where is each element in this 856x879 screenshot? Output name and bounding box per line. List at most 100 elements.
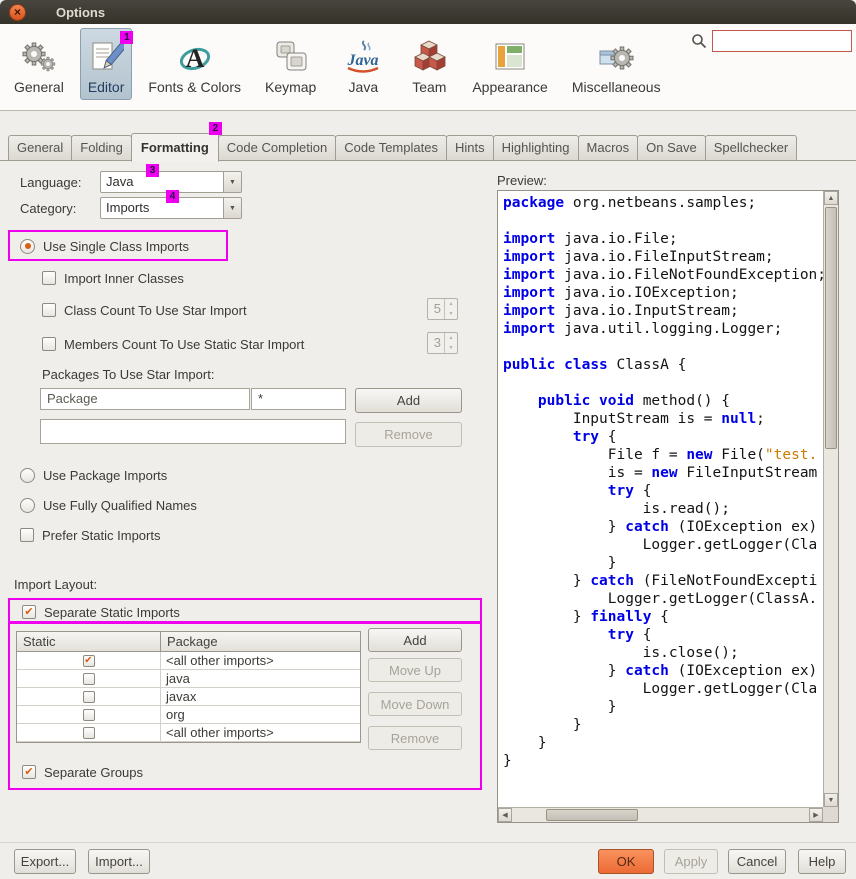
radio-use-package-imports[interactable]: Use Package Imports (20, 467, 167, 483)
tab-highlighting[interactable]: Highlighting (493, 135, 579, 161)
checkbox-icon[interactable] (22, 765, 36, 779)
checkbox-icon[interactable] (42, 303, 56, 317)
help-button[interactable]: Help (798, 849, 846, 874)
import-layout-row[interactable]: java (17, 670, 360, 688)
checkbox-icon[interactable] (42, 271, 56, 285)
toolbar-item-miscellaneous[interactable]: Miscellaneous (564, 28, 669, 100)
checkbox-icon[interactable] (22, 605, 36, 619)
spinner-down-icon[interactable] (445, 309, 457, 319)
static-checkbox[interactable] (83, 691, 95, 703)
dialog-footer: Export... Import... OK Apply Cancel Help (0, 842, 856, 879)
spinner-arrows[interactable] (444, 299, 457, 319)
scroll-left-icon[interactable] (498, 808, 512, 822)
star-remove-button[interactable]: Remove (355, 422, 462, 447)
radio-icon[interactable] (20, 498, 35, 513)
checkbox-import-inner-classes[interactable]: Import Inner Classes (42, 270, 184, 286)
cancel-button[interactable]: Cancel (728, 849, 786, 874)
import-layout-row[interactable]: <all other imports> (17, 724, 360, 742)
export-button[interactable]: Export... (14, 849, 76, 874)
class-count-spinner[interactable]: 5 (427, 298, 458, 320)
static-checkbox[interactable] (83, 727, 95, 739)
toolbar-item-team[interactable]: Team (402, 28, 456, 100)
package-cell[interactable]: <all other imports> (161, 652, 360, 669)
toolbar-item-java[interactable]: Java Java (332, 28, 394, 100)
star-table-empty-row[interactable] (40, 419, 346, 444)
checkbox-class-count-star-import[interactable]: Class Count To Use Star Import (42, 302, 247, 318)
layout-move-down-button[interactable]: Move Down (368, 692, 462, 716)
ok-button[interactable]: OK (598, 849, 654, 874)
appearance-layout-icon (492, 37, 528, 77)
tab-on-save[interactable]: On Save (637, 135, 706, 161)
spinner-down-icon[interactable] (445, 343, 457, 353)
toolbar-item-keymap[interactable]: Keymap (257, 28, 324, 100)
svg-text:A: A (185, 44, 204, 73)
window-close-button[interactable] (9, 4, 26, 21)
import-layout-table[interactable]: Static Package <all other imports>javaja… (16, 631, 361, 743)
tab-formatting[interactable]: 2 Formatting (131, 133, 219, 162)
annotation-badge-4: 4 (166, 190, 179, 203)
scroll-up-icon[interactable] (824, 191, 838, 205)
radio-icon[interactable] (20, 239, 35, 254)
checkbox-prefer-static-imports[interactable]: Prefer Static Imports (20, 527, 160, 543)
chevron-down-icon (223, 198, 241, 218)
toolbar-item-label: Miscellaneous (572, 79, 661, 95)
package-column-header[interactable]: Package (161, 632, 224, 651)
import-layout-row[interactable]: javax (17, 688, 360, 706)
tab-hints[interactable]: Hints (446, 135, 494, 161)
spinner-up-icon[interactable] (445, 333, 457, 343)
tab-code-templates[interactable]: Code Templates (335, 135, 447, 161)
vertical-scroll-thumb[interactable] (825, 207, 837, 449)
radio-use-fully-qualified-names[interactable]: Use Fully Qualified Names (20, 497, 197, 513)
import-layout-row[interactable]: <all other imports> (17, 652, 360, 670)
checkbox-separate-static-imports[interactable]: Separate Static Imports (22, 604, 180, 620)
spinner-up-icon[interactable] (445, 299, 457, 309)
search-input[interactable] (712, 30, 852, 52)
tab-folding[interactable]: Folding (71, 135, 132, 161)
layout-move-up-button[interactable]: Move Up (368, 658, 462, 682)
toolbar-item-appearance[interactable]: Appearance (464, 28, 556, 100)
checkbox-members-count-static-star[interactable]: Members Count To Use Static Star Import (42, 336, 304, 352)
package-cell[interactable]: javax (161, 688, 360, 705)
layout-add-button[interactable]: Add (368, 628, 462, 652)
static-column-header[interactable]: Static (17, 632, 161, 651)
checkbox-icon[interactable] (20, 528, 34, 542)
scroll-down-icon[interactable] (824, 793, 838, 807)
horizontal-scroll-thumb[interactable] (546, 809, 638, 821)
import-layout-row[interactable]: org (17, 706, 360, 724)
scrollbar-corner (823, 807, 838, 822)
toolbar-item-fonts-colors[interactable]: A Fonts & Colors (140, 28, 249, 100)
toolbar-item-label: Team (412, 79, 446, 95)
static-checkbox[interactable] (83, 673, 95, 685)
layout-remove-button[interactable]: Remove (368, 726, 462, 750)
scroll-right-icon[interactable] (809, 808, 823, 822)
tab-macros[interactable]: Macros (578, 135, 639, 161)
radio-use-single-class-imports[interactable]: Use Single Class Imports (20, 238, 189, 254)
spinner-arrows[interactable] (444, 333, 457, 353)
chevron-down-icon (223, 172, 241, 192)
search-area (691, 30, 852, 52)
import-button[interactable]: Import... (88, 849, 150, 874)
static-checkbox[interactable] (83, 655, 95, 667)
tab-general[interactable]: General (8, 135, 72, 161)
members-count-spinner[interactable]: 3 (427, 332, 458, 354)
toolbar-item-general[interactable]: General (6, 28, 72, 100)
tab-code-completion[interactable]: Code Completion (218, 135, 336, 161)
static-cell (17, 706, 161, 723)
package-cell[interactable]: org (161, 706, 360, 723)
apply-button[interactable]: Apply (664, 849, 718, 874)
horizontal-scrollbar[interactable] (498, 807, 823, 822)
star-table-star-header[interactable]: * (251, 388, 346, 410)
vertical-scrollbar[interactable] (823, 191, 838, 807)
toolbar-item-editor[interactable]: 1 Editor (80, 28, 133, 100)
toolbar-item-label: Editor (88, 79, 125, 95)
star-table-package-header[interactable]: Package (40, 388, 250, 410)
static-cell (17, 652, 161, 669)
radio-icon[interactable] (20, 468, 35, 483)
star-add-button[interactable]: Add (355, 388, 462, 413)
package-cell[interactable]: java (161, 670, 360, 687)
static-checkbox[interactable] (83, 709, 95, 721)
tab-spellchecker[interactable]: Spellchecker (705, 135, 797, 161)
checkbox-icon[interactable] (42, 337, 56, 351)
package-cell[interactable]: <all other imports> (161, 724, 360, 741)
checkbox-separate-groups[interactable]: Separate Groups (22, 764, 143, 780)
